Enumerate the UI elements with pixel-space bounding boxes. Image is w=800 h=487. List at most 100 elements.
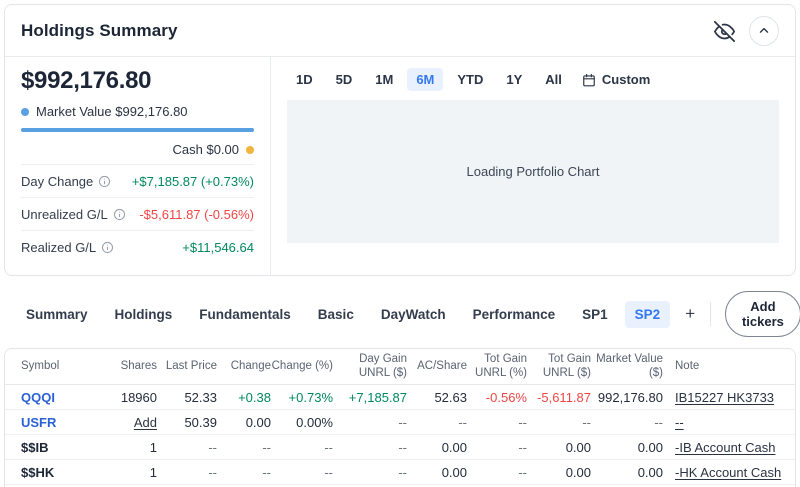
last-price-cell: --	[157, 440, 217, 455]
stat-row-realized-gl: Realized G/L +$11,546.64	[21, 230, 254, 263]
custom-range-label: Custom	[602, 72, 650, 87]
day-gain-cell: +7,185.87	[333, 390, 407, 405]
divider	[710, 302, 711, 326]
day-gain-cell: --	[333, 440, 407, 455]
table-row: QQQI 18960 52.33 +0.38 +0.73% +7,185.87 …	[5, 385, 795, 410]
cash-legend-label: Cash $0.00	[173, 142, 240, 157]
change-pct-cell: --	[271, 465, 333, 480]
range-tab-1d[interactable]: 1D	[287, 68, 322, 91]
last-price-cell: --	[157, 465, 217, 480]
info-icon[interactable]	[101, 241, 114, 254]
note-link[interactable]: --	[675, 415, 684, 430]
header-actions	[714, 16, 779, 46]
cash-legend: Cash $0.00	[21, 137, 254, 164]
chart-range-tabs: 1D 5D 1M 6M YTD 1Y All Custom	[287, 68, 779, 91]
col-tot-gain-pct[interactable]: Tot GainUNRL (%)	[467, 353, 527, 380]
unrealized-gl-label: Unrealized G/L	[21, 207, 108, 222]
day-gain-cell: --	[333, 465, 407, 480]
change-pct-cell: +0.73%	[271, 390, 333, 405]
hide-balances-button[interactable]	[714, 21, 735, 42]
day-change-label: Day Change	[21, 174, 93, 189]
tab-summary[interactable]: Summary	[16, 301, 98, 328]
col-ac-share[interactable]: AC/Share	[407, 360, 467, 374]
holdings-table: Symbol Shares Last Price Change Change (…	[4, 348, 796, 487]
day-change-value: +$7,185.87 (+0.73%)	[132, 174, 254, 189]
chart-panel: 1D 5D 1M 6M YTD 1Y All Custom Loading Po…	[271, 57, 795, 275]
collapse-panel-button[interactable]	[749, 16, 779, 46]
page-title: Holdings Summary	[21, 21, 178, 41]
eye-off-icon	[714, 21, 735, 42]
tot-gain-cell: 0.00	[527, 465, 591, 480]
table-row: USFR Add 50.39 0.00 0.00% -- -- -- -- --…	[5, 410, 795, 435]
add-tab-button[interactable]: +	[677, 302, 703, 326]
change-cell: 0.00	[217, 415, 271, 430]
symbol-label: $$IB	[21, 440, 48, 455]
last-price-cell: 50.39	[157, 415, 217, 430]
note-link[interactable]: -HK Account Cash	[675, 465, 781, 480]
market-value-legend-label: Market Value $992,176.80	[36, 104, 188, 119]
tab-fundamentals[interactable]: Fundamentals	[189, 301, 301, 328]
note-link[interactable]: -IB Account Cash	[675, 440, 775, 455]
market-value-cell: 992,176.80	[591, 390, 663, 405]
info-icon[interactable]	[98, 175, 111, 188]
add-tickers-button[interactable]: Add tickers	[725, 291, 800, 337]
tabs-actions: Add tickers	[710, 291, 800, 337]
symbol-link[interactable]: QQQI	[21, 390, 55, 405]
stat-row-unrealized-gl: Unrealized G/L -$5,611.87 (-0.56%)	[21, 197, 254, 230]
col-note[interactable]: Note	[663, 360, 779, 374]
summary-panel: $992,176.80 Market Value $992,176.80 Cas…	[5, 57, 271, 275]
range-tab-1m[interactable]: 1M	[366, 68, 402, 91]
range-tab-1y[interactable]: 1Y	[497, 68, 531, 91]
col-symbol[interactable]: Symbol	[21, 360, 109, 374]
change-pct-cell: --	[271, 440, 333, 455]
col-day-gain[interactable]: Day GainUNRL ($)	[333, 353, 407, 380]
last-price-cell: 52.33	[157, 390, 217, 405]
change-pct-cell: 0.00%	[271, 415, 333, 430]
col-market-value[interactable]: Market Value($)	[591, 353, 663, 380]
tot-gain-cell: 0.00	[527, 440, 591, 455]
tab-holdings[interactable]: Holdings	[105, 301, 183, 328]
tab-sp1[interactable]: SP1	[572, 301, 618, 328]
range-tab-5d[interactable]: 5D	[327, 68, 362, 91]
market-value-cell: --	[591, 415, 663, 430]
holdings-summary-card: Holdings Summary $992,176.80 Market Valu…	[4, 4, 796, 276]
calendar-icon	[582, 73, 596, 87]
chevron-up-icon	[757, 24, 771, 38]
total-market-value: $992,176.80	[21, 67, 254, 95]
realized-gl-value: +$11,546.64	[182, 240, 254, 255]
info-icon[interactable]	[113, 208, 126, 221]
add-shares-link[interactable]: Add	[134, 415, 157, 430]
tab-performance[interactable]: Performance	[463, 301, 566, 328]
tab-basic[interactable]: Basic	[308, 301, 364, 328]
chart-loading-text: Loading Portfolio Chart	[467, 164, 600, 179]
col-last-price[interactable]: Last Price	[157, 360, 217, 374]
tab-sp2[interactable]: SP2	[625, 301, 671, 328]
realized-gl-label: Realized G/L	[21, 240, 96, 255]
market-value-legend: Market Value $992,176.80	[21, 104, 254, 119]
stat-label: Unrealized G/L	[21, 207, 126, 222]
tot-gain-pct-cell: -0.56%	[467, 390, 527, 405]
note-link[interactable]: IB15227 HK3733	[675, 390, 774, 405]
range-tab-ytd[interactable]: YTD	[448, 68, 492, 91]
card-header: Holdings Summary	[5, 5, 795, 57]
market-value-cell: 0.00	[591, 465, 663, 480]
symbol-link[interactable]: USFR	[21, 415, 56, 430]
ac-share-cell: 0.00	[407, 440, 467, 455]
col-change-pct[interactable]: Change (%)	[271, 360, 333, 374]
stat-label: Realized G/L	[21, 240, 114, 255]
range-tab-custom[interactable]: Custom	[576, 68, 656, 91]
card-body: $992,176.80 Market Value $992,176.80 Cas…	[5, 57, 795, 275]
range-tab-6m[interactable]: 6M	[407, 68, 443, 91]
portfolio-tabs-bar: Summary Holdings Fundamentals Basic DayW…	[4, 294, 796, 334]
change-cell: +0.38	[217, 390, 271, 405]
tab-daywatch[interactable]: DayWatch	[371, 301, 456, 328]
market-value-dot	[21, 108, 29, 116]
range-tab-all[interactable]: All	[536, 68, 571, 91]
shares-cell: 18960	[109, 390, 157, 405]
change-cell: --	[217, 465, 271, 480]
change-cell: --	[217, 440, 271, 455]
col-tot-gain[interactable]: Tot GainUNRL ($)	[527, 353, 591, 380]
col-change[interactable]: Change	[217, 360, 271, 374]
col-shares[interactable]: Shares	[109, 360, 157, 374]
stat-row-day-change: Day Change +$7,185.87 (+0.73%)	[21, 164, 254, 197]
